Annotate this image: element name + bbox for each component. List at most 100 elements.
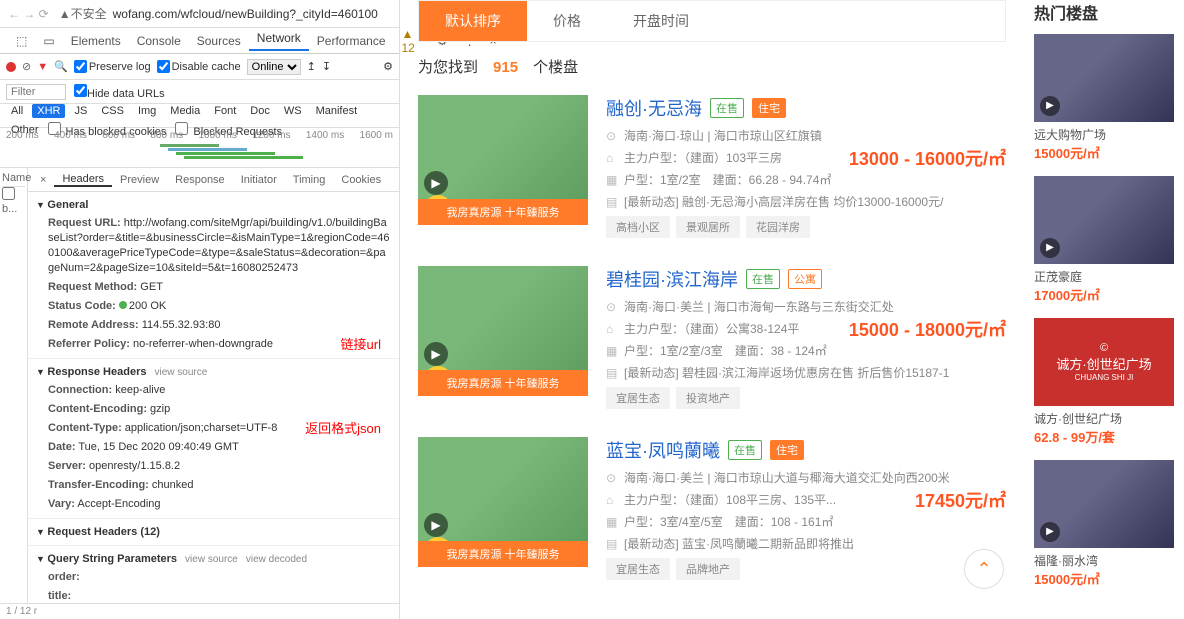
filter-js[interactable]: JS [69, 104, 92, 118]
listing-title[interactable]: 碧桂园·滨江海岸 在售 公寓 [606, 266, 1006, 292]
tag[interactable]: 宜居生态 [606, 387, 670, 409]
play-icon[interactable]: ▶ [424, 171, 448, 195]
tag[interactable]: 高档小区 [606, 216, 670, 238]
badge-type: 住宅 [770, 440, 804, 460]
download-icon[interactable]: ↧ [322, 60, 331, 73]
type-filters: All XHR JS CSS Img Media Font Doc WS Man… [0, 104, 399, 128]
play-icon[interactable]: ▶ [1040, 522, 1060, 542]
play-icon[interactable]: ▶ [424, 342, 448, 366]
tab-preview[interactable]: Preview [112, 174, 167, 186]
badge-sale: 在售 [728, 440, 762, 460]
hide-data-urls[interactable]: Hide data URLs [74, 84, 165, 100]
secure-label: 不安全 [71, 5, 107, 22]
hot-name: 正茂豪庭 [1034, 268, 1174, 285]
search-icon[interactable]: 🔍 [54, 60, 68, 73]
result-count: 为您找到 915 个楼盘 [418, 56, 1006, 77]
listing-price: 13000 - 16000元/㎡ [849, 145, 1006, 171]
hot-thumb[interactable]: ▶ [1034, 176, 1174, 264]
request-row[interactable]: b... [2, 187, 25, 215]
status-footer: 1 / 12 r [0, 603, 399, 619]
tag[interactable]: 投资地产 [676, 387, 740, 409]
tab-sources[interactable]: Sources [189, 34, 249, 48]
filter-ws[interactable]: WS [279, 104, 307, 118]
filter-xhr[interactable]: XHR [32, 104, 65, 118]
tag[interactable]: 品牌地产 [676, 558, 740, 580]
floorplan-icon: ▦ [606, 515, 620, 529]
query-params-header[interactable]: Query String Parametersview sourceview d… [28, 550, 399, 568]
hot-item[interactable]: ▶ 福隆·丽水湾 15000元/㎡ [1034, 460, 1174, 588]
request-headers-header[interactable]: Request Headers (12) [28, 523, 399, 541]
filter-row: Hide data URLs [0, 80, 399, 104]
upload-icon[interactable]: ↥ [307, 60, 316, 73]
listing-title[interactable]: 融创·无忌海 在售 住宅 [606, 95, 1006, 121]
thumb-banner: 我房真房源 十年臻服务 [418, 199, 588, 225]
listing-title[interactable]: 蓝宝·凤鸣蘭曦 在售 住宅 [606, 437, 1006, 463]
tag[interactable]: 景观居所 [676, 216, 740, 238]
detail-panel: × Headers Preview Response Initiator Tim… [28, 168, 399, 603]
filter-media[interactable]: Media [165, 104, 205, 118]
hot-item[interactable]: ©诚方·创世纪广场CHUANG SHI JI 诚方·创世纪广场 62.8 - 9… [1034, 318, 1174, 446]
record-button[interactable] [6, 62, 16, 72]
clear-button[interactable]: ⊘ [22, 60, 31, 73]
toolbar-settings-icon[interactable]: ⚙ [383, 60, 393, 73]
timeline[interactable]: 200 ms400 ms 600 ms800 ms 1000 ms1200 ms… [0, 128, 399, 168]
badge-type: 住宅 [752, 98, 786, 118]
filter-doc[interactable]: Doc [245, 104, 275, 118]
tab-response[interactable]: Response [167, 174, 233, 186]
hot-name: 远大购物广场 [1034, 126, 1174, 143]
tag[interactable]: 花园洋房 [746, 216, 810, 238]
tab-network[interactable]: Network [249, 31, 309, 51]
inspect-icon[interactable]: ⬚ [8, 34, 35, 48]
hot-thumb[interactable]: ©诚方·创世纪广场CHUANG SHI JI [1034, 318, 1174, 406]
play-icon[interactable]: ▶ [1040, 96, 1060, 116]
filter-icon[interactable]: ▼ [37, 61, 48, 73]
request-headers-section: Request Headers (12) [28, 519, 399, 546]
filter-font[interactable]: Font [209, 104, 241, 118]
hot-thumb[interactable]: ▶ [1034, 460, 1174, 548]
url-text[interactable]: wofang.com/wfcloud/newBuilding?_cityId=4… [113, 7, 378, 21]
hot-price: 62.8 - 99万/套 [1034, 427, 1174, 446]
disable-cache[interactable]: Disable cache [157, 60, 241, 73]
tab-performance[interactable]: Performance [309, 34, 394, 48]
hot-thumb[interactable]: ▶ [1034, 34, 1174, 122]
filter-all[interactable]: All [6, 104, 28, 118]
listing-item[interactable]: ▶ 我房真房源 十年臻服务 碧桂园·滨江海岸 在售 公寓 ⊙海南·海口·美兰 |… [418, 266, 1006, 409]
sort-price[interactable]: 价格 [527, 1, 607, 41]
listing-thumb[interactable]: ▶ 我房真房源 十年臻服务 [418, 437, 588, 567]
filter-input[interactable] [6, 84, 66, 100]
play-icon[interactable]: ▶ [424, 513, 448, 537]
listing-thumb[interactable]: ▶ 我房真房源 十年臻服务 [418, 95, 588, 225]
listing-item[interactable]: ▶ 我房真房源 十年臻服务 蓝宝·凤鸣蘭曦 在售 住宅 ⊙海南·海口·美兰 | … [418, 437, 1006, 580]
hot-item[interactable]: ▶ 正茂豪庭 17000元/㎡ [1034, 176, 1174, 304]
query-param: order: [28, 568, 399, 587]
tab-console[interactable]: Console [129, 34, 189, 48]
nav-arrows[interactable]: ← → ⟳ [8, 7, 49, 21]
filter-manifest[interactable]: Manifest [311, 104, 363, 118]
tag[interactable]: 宜居生态 [606, 558, 670, 580]
tab-initiator[interactable]: Initiator [233, 174, 285, 186]
sort-default[interactable]: 默认排序 [419, 1, 527, 41]
thumb-banner: 我房真房源 十年臻服务 [418, 370, 588, 396]
listing-item[interactable]: ▶ 我房真房源 十年臻服务 融创·无忌海 在售 住宅 ⊙海南·海口·琼山 | 海… [418, 95, 1006, 238]
tab-headers[interactable]: Headers [54, 173, 112, 187]
filter-img[interactable]: Img [133, 104, 161, 118]
general-header[interactable]: General [28, 196, 399, 214]
response-headers-header[interactable]: Response Headersview source [28, 363, 399, 381]
sidebar-title: 热门楼盘 [1034, 0, 1174, 24]
tab-cookies[interactable]: Cookies [333, 174, 389, 186]
sort-date[interactable]: 开盘时间 [607, 1, 715, 41]
play-icon[interactable]: ▶ [1040, 238, 1060, 258]
hot-price: 15000元/㎡ [1034, 143, 1174, 162]
hot-name: 诚方·创世纪广场 [1034, 410, 1174, 427]
close-detail[interactable]: × [32, 174, 54, 186]
filter-css[interactable]: CSS [96, 104, 129, 118]
preserve-log[interactable]: Preserve log [74, 60, 151, 73]
device-icon[interactable]: ▭ [35, 34, 62, 48]
tab-elements[interactable]: Elements [63, 34, 129, 48]
back-to-top-button[interactable]: ⌃ [964, 549, 1004, 589]
throttle-select[interactable]: Online [247, 59, 301, 75]
tab-timing[interactable]: Timing [285, 174, 334, 186]
hot-item[interactable]: ▶ 远大购物广场 15000元/㎡ [1034, 34, 1174, 162]
listing-thumb[interactable]: ▶ 我房真房源 十年臻服务 [418, 266, 588, 396]
badge-type: 公寓 [788, 269, 822, 289]
